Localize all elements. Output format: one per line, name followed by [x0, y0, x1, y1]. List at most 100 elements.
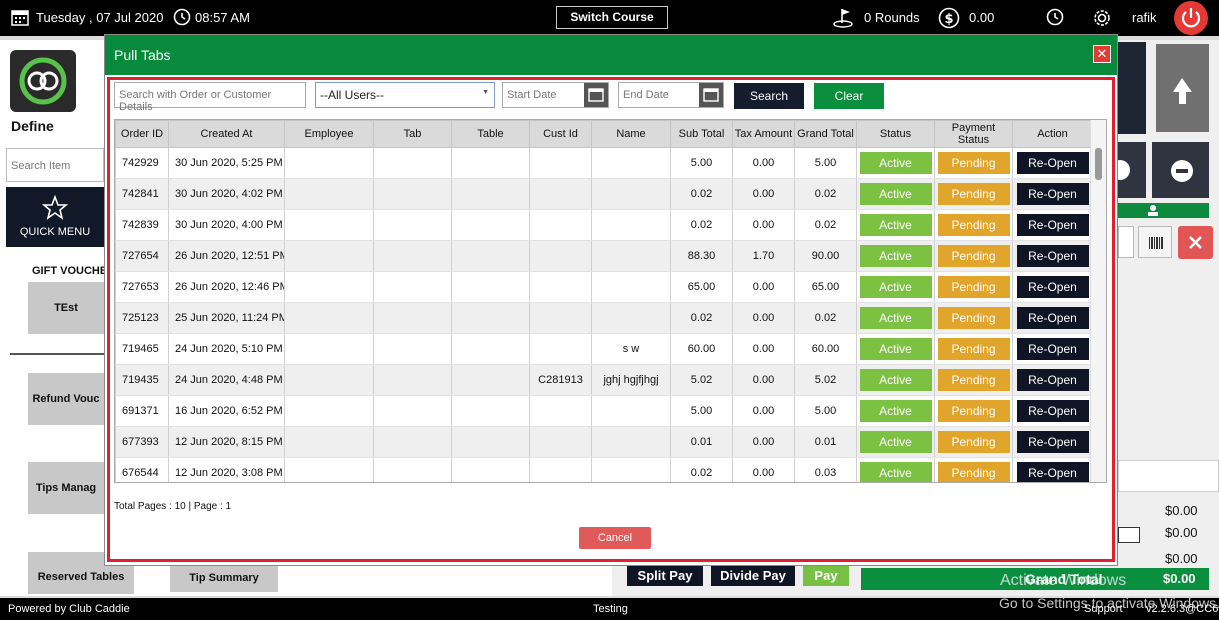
modal-close-button[interactable]: ✕ [1093, 45, 1111, 63]
define-logo[interactable] [10, 50, 76, 112]
cell-order-id: 691371 [115, 395, 169, 427]
customer-input[interactable] [1118, 226, 1134, 258]
user-icon [1148, 205, 1158, 216]
pay-button[interactable]: Pay [803, 566, 849, 586]
cell-payment-status-badge: Pending [934, 178, 1013, 210]
pagination-info: Total Pages : 10 | Page : 1 [114, 501, 232, 512]
re-open-button[interactable]: Re-Open [1016, 276, 1089, 298]
scrollbar-thumb[interactable] [1095, 148, 1102, 180]
cell-table [451, 457, 530, 482]
cell-order-id: 742929 [115, 147, 169, 179]
re-open-button[interactable]: Re-Open [1016, 152, 1089, 174]
re-open-button[interactable]: Re-Open [1016, 400, 1089, 422]
history-clock-icon[interactable] [1046, 8, 1064, 29]
payment-status-badge: Pending [937, 431, 1010, 453]
cell-tab [373, 426, 452, 458]
cell-payment-status-badge: Pending [934, 240, 1013, 272]
scroll-up-button[interactable] [1156, 44, 1209, 132]
cell-name [591, 178, 671, 210]
cell-employee [284, 333, 374, 365]
gear-icon[interactable] [1090, 6, 1114, 33]
barcode-button[interactable] [1138, 226, 1172, 258]
clear-customer-button[interactable] [1178, 226, 1213, 259]
powered-by: Powered by Club Caddie [8, 603, 130, 615]
end-date-calendar-button[interactable] [699, 83, 723, 107]
cell-status-badge: Active [856, 147, 935, 179]
decrease-button[interactable] [1152, 142, 1209, 198]
cell-created-at: 26 Jun 2020, 12:46 PM [168, 271, 285, 303]
discount-input[interactable] [1118, 527, 1140, 543]
search-item-input[interactable]: Search Item [6, 148, 104, 182]
switch-course-button[interactable]: Switch Course [556, 6, 668, 29]
tip-summary-button[interactable]: Tip Summary [170, 564, 278, 592]
divider [10, 353, 104, 355]
minus-circle-icon [1171, 160, 1193, 182]
order-customer-search-input[interactable]: Search with Order or Customer Details [114, 82, 306, 113]
payment-status-badge: Pending [937, 400, 1010, 422]
quick-menu-button[interactable]: QUICK MENU [6, 187, 104, 247]
payment-status-badge: Pending [937, 462, 1010, 482]
re-open-button[interactable]: Re-Open [1016, 245, 1089, 267]
divide-pay-button[interactable]: Divide Pay [711, 566, 795, 586]
right-dark-panel [1118, 42, 1146, 134]
cell-status-badge: Active [856, 364, 935, 396]
user-filter-select[interactable]: --All Users-- ▼ [315, 82, 495, 108]
cell-status-badge: Active [856, 333, 935, 365]
column-header: Tax Amount [732, 120, 795, 148]
club-caddie-logo-icon [19, 57, 67, 105]
refund-voucher-button[interactable]: Refund Vouc [28, 373, 104, 425]
re-open-button[interactable]: Re-Open [1016, 307, 1089, 329]
re-open-button[interactable]: Re-Open [1016, 338, 1089, 360]
cell-tax: 0.00 [732, 178, 795, 210]
cell-order-id: 677393 [115, 426, 169, 458]
cancel-button[interactable]: Cancel [579, 527, 651, 549]
cell-sub-total: 0.02 [670, 209, 733, 241]
status-badge: Active [859, 214, 932, 236]
tips-manager-button[interactable]: Tips Manag [28, 462, 104, 514]
cell-created-at: 30 Jun 2020, 4:00 PM [168, 209, 285, 241]
test-button[interactable]: TEst [28, 282, 104, 334]
cell-table [451, 147, 530, 179]
table-row: 742841 30 Jun 2020, 4:02 PM 0.02 0.00 0.02 Ac… [115, 178, 1093, 210]
clock-icon [173, 8, 191, 29]
end-date-input[interactable]: End Date [618, 82, 724, 108]
cell-tab [373, 302, 452, 334]
start-date-placeholder: Start Date [507, 89, 557, 101]
gift-vouchers-heading: GIFT VOUCHER [32, 265, 116, 277]
cell-status-badge: Active [856, 240, 935, 272]
re-open-button[interactable]: Re-Open [1016, 431, 1089, 453]
re-open-button[interactable]: Re-Open [1016, 214, 1089, 236]
cell-status-badge: Active [856, 209, 935, 241]
cell-status-badge: Active [856, 395, 935, 427]
cell-tab [373, 209, 452, 241]
re-open-button[interactable]: Re-Open [1016, 369, 1089, 391]
column-header: Order ID [115, 120, 169, 148]
clear-button[interactable]: Clear [814, 83, 884, 109]
table-scrollbar[interactable] [1090, 120, 1106, 482]
column-header: Tab [373, 120, 452, 148]
plus-partial-icon [1110, 160, 1130, 180]
cell-re-open-button: Re-Open [1012, 333, 1093, 365]
cell-cust-id [529, 147, 592, 179]
cell-payment-status-badge: Pending [934, 302, 1013, 334]
start-date-calendar-button[interactable] [584, 83, 608, 107]
split-pay-button[interactable]: Split Pay [627, 566, 703, 586]
notes-box[interactable] [1118, 460, 1219, 492]
chevron-down-icon: ▼ [482, 89, 489, 96]
cell-employee [284, 395, 374, 427]
cell-grand-total: 0.01 [794, 426, 857, 458]
logout-button[interactable] [1174, 1, 1208, 35]
re-open-button[interactable]: Re-Open [1016, 462, 1089, 482]
cell-employee [284, 178, 374, 210]
search-button[interactable]: Search [734, 83, 804, 109]
cell-re-open-button: Re-Open [1012, 240, 1093, 272]
start-date-input[interactable]: Start Date [502, 82, 609, 108]
increase-button[interactable] [1110, 142, 1146, 198]
current-date: Tuesday , 07 Jul 2020 [36, 10, 164, 25]
cell-order-id: 742839 [115, 209, 169, 241]
cell-order-id: 725123 [115, 302, 169, 334]
payment-status-badge: Pending [937, 214, 1010, 236]
re-open-button[interactable]: Re-Open [1016, 183, 1089, 205]
end-date-placeholder: End Date [623, 89, 669, 101]
customer-bar[interactable] [1118, 203, 1209, 218]
